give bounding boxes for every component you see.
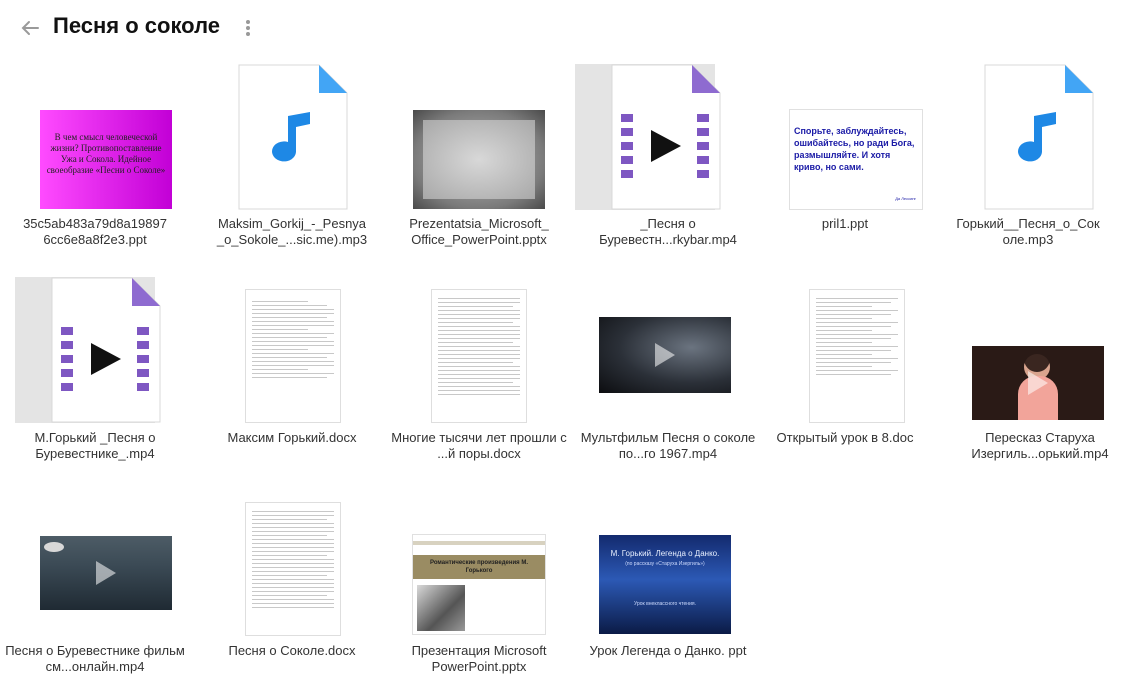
- file-name: Prezentatsia_Microsoft_ Office_PowerPoin…: [409, 216, 549, 247]
- file-item[interactable]: Prezentatsia_Microsoft_ Office_PowerPoin…: [384, 62, 574, 272]
- file-thumbnail: [938, 62, 1118, 212]
- file-thumbnail: Спорьте, заблуждайтесь, ошибайтесь, но р…: [755, 62, 935, 212]
- slide-text: В чем смысл человеческой жизни? Противоп…: [46, 132, 166, 175]
- file-item[interactable]: М. Горький. Легенда о Данко. (по рассказ…: [573, 489, 763, 699]
- file-name: Урок Легенда о Данко. ppt: [589, 643, 747, 658]
- slide-preview: В чем смысл человеческой жизни? Противоп…: [40, 110, 172, 209]
- file-thumbnail: [950, 276, 1123, 426]
- play-icon: [1028, 371, 1048, 395]
- more-vertical-icon: [246, 20, 250, 36]
- file-name: 35c5ab483a79d8a19897 6cc6e8a8f2e3.ppt: [23, 216, 167, 247]
- document-preview: [810, 290, 904, 422]
- video-preview: [40, 536, 172, 610]
- back-button[interactable]: [18, 16, 42, 40]
- header: Песня о соколе: [0, 0, 1123, 56]
- slide-preview: Спорьте, заблуждайтесь, ошибайтесь, но р…: [790, 110, 922, 209]
- file-thumbnail: [202, 489, 382, 639]
- video-preview: [599, 317, 731, 393]
- slide-text: Спорьте, заблуждайтесь, ошибайтесь, но р…: [794, 126, 915, 172]
- file-item[interactable]: Горький__Песня_о_Сок оле.mp3: [933, 62, 1123, 272]
- file-item[interactable]: Пересказ Старуха Изергиль...орький.mp4: [945, 276, 1123, 486]
- file-item[interactable]: _Песня о Буревестн...rkybar.mp4: [573, 62, 763, 272]
- file-item[interactable]: Maksim_Gorkij_-_Pesnya _o_Sokole_...sic.…: [197, 62, 387, 272]
- document-preview: [246, 503, 340, 635]
- slide-text: Романтические произведения М. Горького: [429, 560, 529, 574]
- file-item[interactable]: М.Горький _Песня о Буревестнике_.mp4: [0, 276, 190, 486]
- audio-file-icon: [984, 64, 1094, 210]
- slide-text: (по рассказу «Старуха Изергиль»): [625, 561, 705, 567]
- file-name: Горький__Песня_о_Сок оле.mp3: [956, 216, 1100, 247]
- file-name: Maksim_Gorkij_-_Pesnya _o_Sokole_...sic.…: [216, 216, 368, 247]
- file-thumbnail: [575, 62, 758, 212]
- file-thumbnail: Романтические произведения М. Горького: [389, 489, 569, 639]
- file-name: Многие тысячи лет прошли с ...й поры.doc…: [391, 430, 567, 461]
- file-thumbnail: [389, 62, 569, 212]
- file-name: Пересказ Старуха Изергиль...орький.mp4: [971, 430, 1109, 461]
- file-item[interactable]: Максим Горький.docx: [197, 276, 387, 486]
- file-name: Открытый урок в 8.doc: [776, 430, 914, 445]
- file-name: Песня о Буревестнике фильм см...онлайн.m…: [5, 643, 185, 674]
- file-item[interactable]: В чем смысл человеческой жизни? Противоп…: [0, 62, 190, 272]
- play-icon: [655, 343, 675, 367]
- more-menu-button[interactable]: [240, 17, 256, 39]
- slide-text: М. Горький. Легенда о Данко.: [610, 549, 720, 558]
- file-item[interactable]: Спорьте, заблуждайтесь, ошибайтесь, но р…: [750, 62, 940, 272]
- file-thumbnail: [5, 489, 185, 639]
- file-thumbnail: [202, 276, 382, 426]
- file-name: Презентация Microsoft PowerPoint.pptx: [411, 643, 547, 674]
- file-item[interactable]: Многие тысячи лет прошли с ...й поры.doc…: [384, 276, 574, 486]
- slide-preview: Романтические произведения М. Горького: [413, 535, 545, 634]
- file-name: Максим Горький.docx: [227, 430, 357, 445]
- file-item[interactable]: Песня о Буревестнике фильм см...онлайн.m…: [0, 489, 190, 699]
- video-preview: [972, 346, 1104, 420]
- file-item[interactable]: Открытый урок в 8.doc: [750, 276, 940, 486]
- audio-file-icon: [238, 64, 348, 210]
- file-thumbnail: [389, 276, 569, 426]
- file-thumbnail: В чем смысл человеческой жизни? Противоп…: [5, 62, 185, 212]
- slide-text: Урок внеклассного чтения.: [634, 601, 696, 607]
- file-name: pril1.ppt: [821, 216, 869, 231]
- video-file-icon: [611, 64, 721, 210]
- file-name: Песня о Соколе.docx: [228, 643, 356, 658]
- play-icon: [96, 561, 116, 585]
- page-title: Песня о соколе: [53, 13, 220, 38]
- file-item[interactable]: Песня о Соколе.docx: [197, 489, 387, 699]
- file-name: М.Горький _Песня о Буревестнике_.mp4: [34, 430, 156, 461]
- slide-preview: [413, 110, 545, 209]
- file-thumbnail: [5, 276, 185, 426]
- document-preview: [246, 290, 340, 422]
- file-name: _Песня о Буревестн...rkybar.mp4: [599, 216, 737, 247]
- video-file-icon: [51, 277, 161, 423]
- file-thumbnail: [755, 276, 935, 426]
- document-preview: [432, 290, 526, 422]
- file-item[interactable]: Мультфильм Песня о соколе по...го 1967.m…: [573, 276, 763, 486]
- file-thumbnail: М. Горький. Легенда о Данко. (по рассказ…: [578, 489, 758, 639]
- arrow-left-icon: [21, 21, 39, 35]
- slide-preview: М. Горький. Легенда о Данко. (по рассказ…: [599, 535, 731, 634]
- slide-text: Да Лессинг: [895, 196, 916, 201]
- file-thumbnail: [202, 62, 382, 212]
- file-thumbnail: [578, 276, 758, 426]
- file-name: Мультфильм Песня о соколе по...го 1967.m…: [580, 430, 756, 461]
- file-item[interactable]: Романтические произведения М. Горького П…: [384, 489, 574, 699]
